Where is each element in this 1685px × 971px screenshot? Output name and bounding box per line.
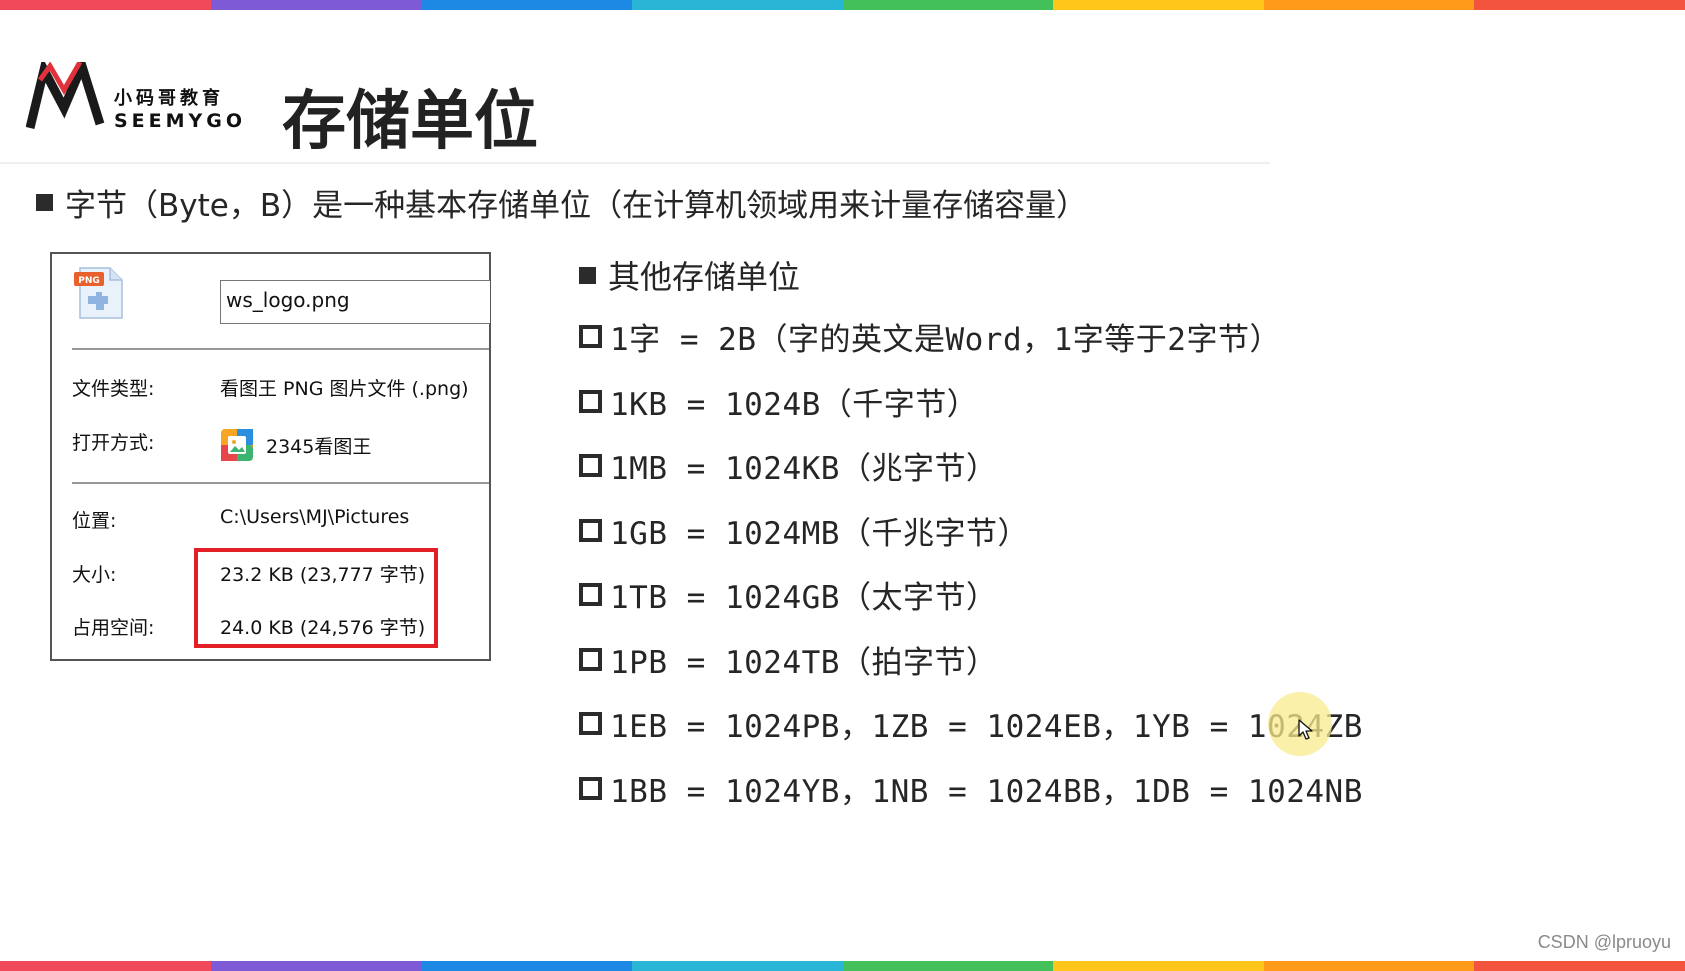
logo-m-icon: [26, 62, 105, 130]
filename-field[interactable]: ws_logo.png: [220, 280, 490, 324]
panel-divider: [72, 348, 489, 350]
color-bar-segment: [1053, 0, 1264, 10]
square-bullet-icon: [579, 266, 596, 284]
hollow-square-bullet-icon: [579, 776, 602, 800]
file-type-label: 文件类型:: [72, 378, 155, 400]
units-heading: 其他存储单位: [579, 250, 800, 300]
logo-english-text: SEEMYGO: [114, 110, 247, 132]
unit-conversion-text: 1EB = 1024PB，1ZB = 1024EB，1YB = 1024ZB: [610, 709, 1363, 745]
hollow-square-bullet-icon: [579, 454, 602, 477]
disk-size-label: 占用空间:: [72, 617, 155, 639]
image-viewer-icon: [221, 429, 253, 461]
square-bullet-icon: [36, 194, 53, 211]
mouse-cursor-icon: [1298, 719, 1313, 740]
png-icon-label: PNG: [78, 276, 100, 286]
unit-conversion-text: 1BB = 1024YB，1NB = 1024BB，1DB = 1024NB: [610, 773, 1363, 810]
size-label: 大小:: [72, 564, 117, 586]
unit-list-item: 1GB = 1024MB（千兆字节）: [579, 508, 1029, 553]
bottom-color-bar: [0, 961, 1685, 971]
color-bar-segment: [842, 961, 1054, 971]
hollow-square-bullet-icon: [579, 583, 602, 606]
color-bar-segment: [210, 0, 422, 10]
watermark: CSDN @lpruoyu: [1537, 932, 1671, 952]
color-bar-segment: [0, 961, 211, 971]
color-bar-segment: [631, 961, 843, 971]
open-with-value: 2345看图王: [266, 436, 372, 458]
color-bar-segment: [421, 961, 632, 971]
panel-divider: [72, 482, 489, 484]
size-highlight-box: [194, 548, 438, 648]
hollow-square-bullet-icon: [579, 518, 602, 542]
hollow-square-bullet-icon: [579, 712, 602, 735]
definition-text: 字节（Byte，B）是一种基本存储单位（在计算机领域用来计量存储容量）: [65, 188, 1088, 224]
color-bar-segment: [421, 0, 632, 10]
hollow-square-bullet-icon: [579, 389, 602, 413]
units-heading-text: 其他存储单位: [608, 258, 801, 296]
unit-conversion-text: 1MB = 1024KB（兆字节）: [610, 451, 998, 487]
page-title: 存储单位: [282, 85, 538, 159]
open-with-label: 打开方式:: [72, 432, 155, 454]
location-label: 位置:: [72, 510, 117, 532]
color-bar-segment: [1474, 0, 1685, 10]
unit-conversion-text: 1PB = 1024TB（拍字节）: [610, 644, 998, 681]
unit-conversion-text: 1KB = 1024B（千字节）: [610, 386, 979, 423]
unit-list-item: 1PB = 1024TB（拍字节）: [579, 637, 997, 682]
other-units-section: 其他存储单位 1字 = 2B（字的英文是Word，1字等于2字节） 1KB = 1…: [579, 250, 1362, 810]
hollow-square-bullet-icon: [579, 647, 602, 671]
color-bar-segment: [1263, 0, 1475, 10]
location-value: C:\Users\MJ\Pictures: [220, 506, 410, 528]
unit-list-item: 1字 = 2B（字的英文是Word，1字等于2字节）: [579, 314, 1281, 359]
definition-bullet: 字节（Byte，B）是一种基本存储单位（在计算机领域用来计量存储容量）: [36, 180, 1087, 225]
unit-conversion-text: 1GB = 1024MB（千兆字节）: [610, 515, 1029, 552]
file-properties-panel: PNG ws_logo.png 文件类型: 看图王 PNG 图片文件 (.png…: [50, 252, 491, 661]
color-bar-segment: [1263, 961, 1475, 971]
color-bar-segment: [0, 0, 211, 10]
file-type-value: 看图王 PNG 图片文件 (.png): [220, 378, 469, 400]
unit-conversion-text: 1TB = 1024GB（太字节）: [610, 580, 998, 616]
unit-list-item: 1TB = 1024GB（太字节）: [579, 572, 997, 617]
unit-list-item: 1EB = 1024PB，1ZB = 1024EB，1YB = 1024ZB: [579, 701, 1363, 746]
logo-chinese-text: 小码哥教育: [114, 88, 224, 109]
header-divider: [0, 162, 1270, 164]
unit-list-item: 1MB = 1024KB（兆字节）: [579, 443, 997, 488]
color-bar-segment: [842, 0, 1054, 10]
top-color-bar: [0, 0, 1685, 10]
seemygo-logo: 小码哥教育 SEEMYGO: [26, 62, 248, 138]
color-bar-segment: [1053, 961, 1264, 971]
color-bar-segment: [631, 0, 843, 10]
color-bar-segment: [1474, 961, 1685, 971]
hollow-square-bullet-icon: [579, 325, 602, 348]
png-file-icon: PNG: [74, 267, 123, 319]
color-bar-segment: [210, 961, 422, 971]
unit-conversion-text: 1字 = 2B（字的英文是Word，1字等于2字节）: [610, 322, 1281, 358]
unit-list-item: 1BB = 1024YB，1NB = 1024BB，1DB = 1024NB: [579, 766, 1363, 811]
unit-list-item: 1KB = 1024B（千字节）: [579, 379, 978, 424]
